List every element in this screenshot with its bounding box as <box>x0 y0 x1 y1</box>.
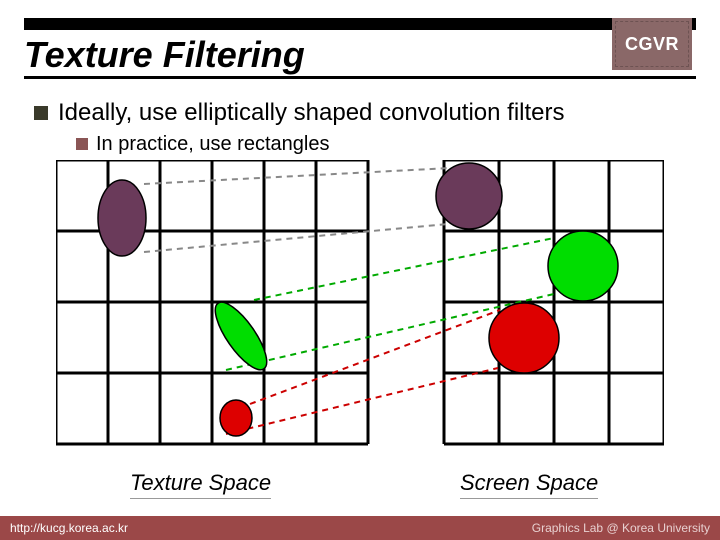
title-text: Texture Filtering <box>24 34 305 76</box>
bullet-main: Ideally, use elliptically shaped convolu… <box>34 98 700 127</box>
slide: Texture Filtering CGVR Ideally, use elli… <box>0 0 720 540</box>
caption-screen-space: Screen Space <box>460 470 598 499</box>
diagram <box>56 160 664 460</box>
title-bar: Texture Filtering <box>24 18 696 76</box>
title-row: Texture Filtering <box>24 34 696 76</box>
title-stripe <box>24 18 696 30</box>
title-underline <box>24 76 696 79</box>
footer: http://kucg.korea.ac.kr Graphics Lab @ K… <box>0 516 720 540</box>
badge: CGVR <box>612 18 692 70</box>
badge-text: CGVR <box>625 34 679 55</box>
caption-texture-space: Texture Space <box>130 470 271 499</box>
footer-url: http://kucg.korea.ac.kr <box>10 521 128 535</box>
bullet-main-text: Ideally, use elliptically shaped convolu… <box>58 99 565 127</box>
bullet-sub-text: In practice, use rectangles <box>96 133 329 156</box>
bullet-square-icon <box>34 106 48 120</box>
bullet-sub: In practice, use rectangles <box>76 132 329 156</box>
bullet-square-small-icon <box>76 138 88 150</box>
footer-credit: Graphics Lab @ Korea University <box>532 521 710 535</box>
